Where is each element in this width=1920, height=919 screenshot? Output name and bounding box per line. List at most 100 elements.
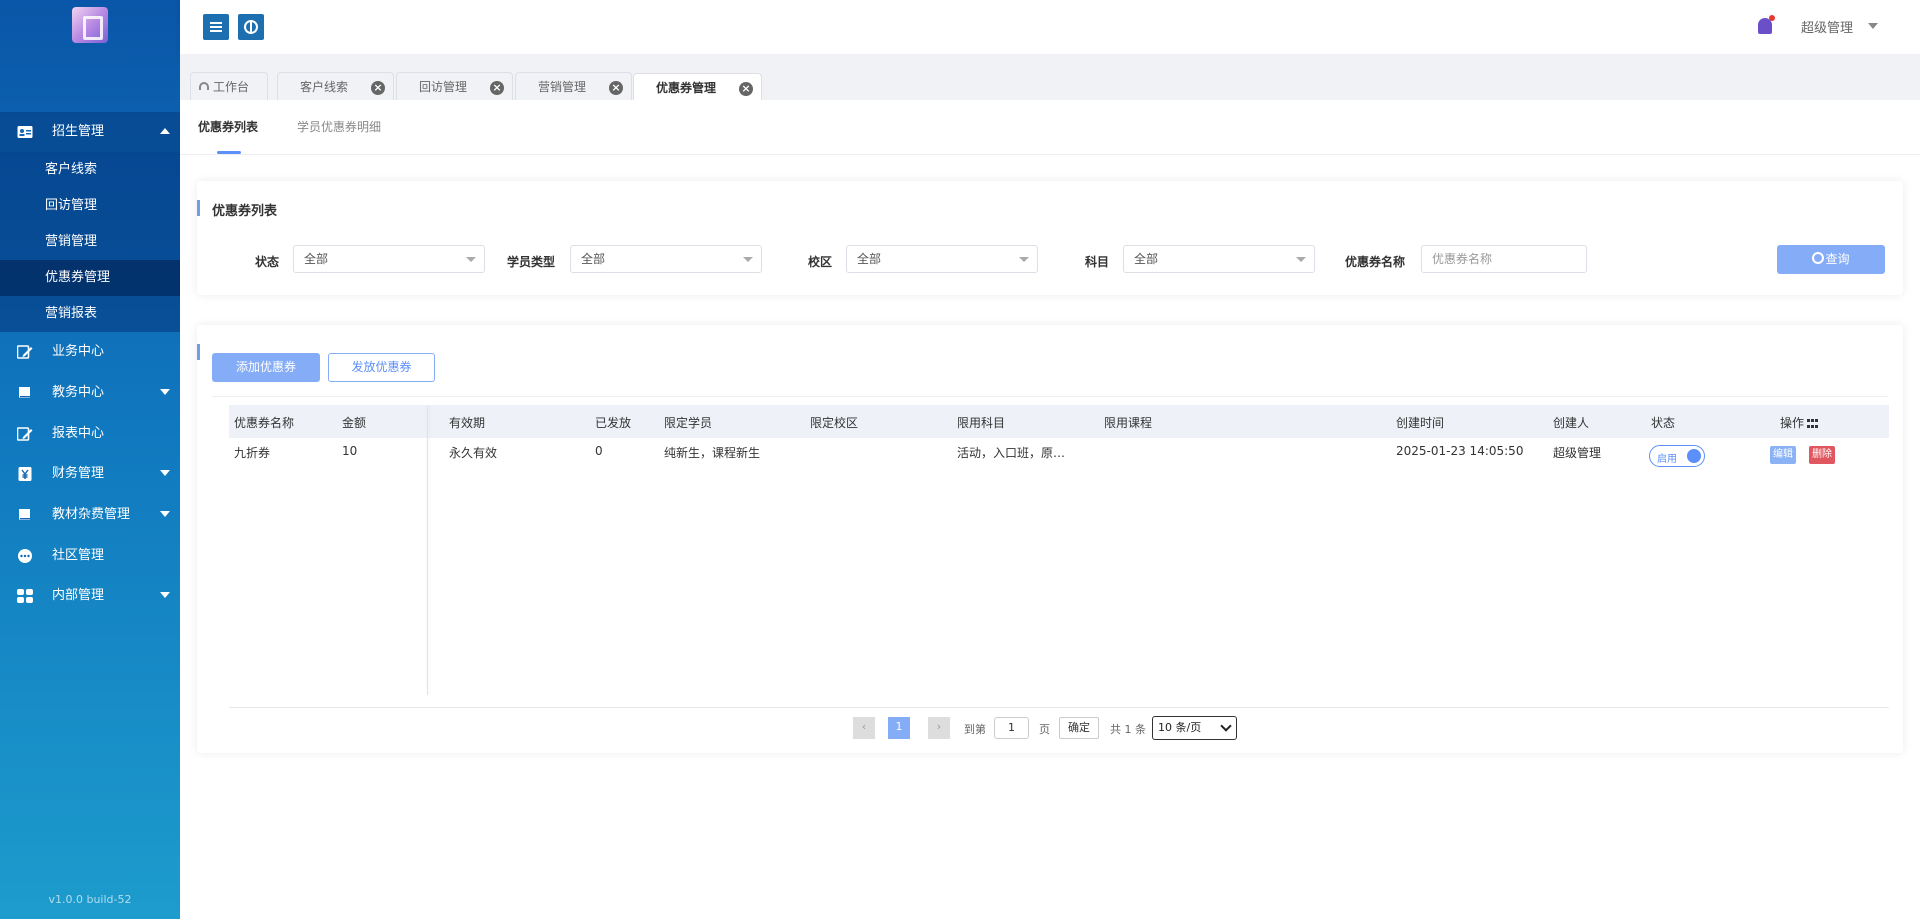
search-button[interactable]: 查询: [1777, 245, 1885, 274]
subject-select[interactable]: 全部: [1123, 245, 1315, 273]
status-toggle[interactable]: 启用: [1649, 445, 1705, 467]
caret-down-icon: [1019, 257, 1029, 262]
page-jump-input[interactable]: 1: [994, 717, 1029, 739]
sidebar-group-label: 招生管理: [52, 124, 105, 139]
student-type-select[interactable]: 全部: [570, 245, 762, 273]
columns-grid-icon[interactable]: [1807, 419, 1820, 428]
prev-page-button[interactable]: ‹: [853, 717, 875, 739]
column-header[interactable]: 有效期: [449, 414, 485, 431]
cell-students: 纯新生，课程新生: [664, 446, 761, 460]
sidebar-group-label: 报表中心: [52, 426, 105, 441]
tab-workbench[interactable]: 工作台: [190, 72, 268, 100]
sidebar-item-marketing-report[interactable]: 营销报表: [0, 296, 180, 332]
column-header[interactable]: 限用课程: [1104, 414, 1152, 431]
sidebar-group-finance[interactable]: 财务管理: [0, 454, 180, 494]
tab-marketing[interactable]: 营销管理 ×: [515, 72, 632, 100]
sidebar-group-reports[interactable]: 报表中心: [0, 414, 180, 454]
tab-followup[interactable]: 回访管理 ×: [396, 72, 513, 100]
active-tab-indicator: [217, 151, 241, 154]
sidebar-item-marketing[interactable]: 营销管理: [0, 224, 180, 260]
sidebar-group-label: 社区管理: [52, 548, 105, 563]
chat-icon: [18, 549, 32, 563]
cell-validity: 永久有效: [449, 446, 498, 460]
column-header[interactable]: 已发放: [595, 414, 631, 431]
column-header[interactable]: 金额: [342, 414, 366, 431]
caret-down-icon: [743, 257, 753, 262]
sidebar-group-head[interactable]: 教务中心: [0, 373, 180, 413]
sidebar-group-head[interactable]: 招生管理: [0, 112, 180, 152]
column-header[interactable]: 限用科目: [957, 414, 1005, 431]
select-value: 10 条/页: [1158, 721, 1202, 734]
sidebar-group-head[interactable]: 报表中心: [0, 414, 180, 454]
select-value: 全部: [304, 252, 329, 266]
add-coupon-button[interactable]: 添加优惠券: [212, 353, 320, 382]
page-number-button[interactable]: 1: [888, 717, 910, 739]
page-jump-confirm-button[interactable]: 确定: [1059, 717, 1099, 739]
divider: [229, 707, 1889, 708]
sidebar-group-head[interactable]: 社区管理: [0, 536, 180, 576]
sidebar-item-coupons[interactable]: 优惠券管理: [0, 260, 180, 296]
report-icon: [17, 427, 33, 441]
status-select[interactable]: 全部: [293, 245, 485, 273]
menu-toggle-button[interactable]: [203, 14, 229, 40]
cell-issued: 0: [595, 444, 603, 458]
sidebar-group-head[interactable]: 财务管理: [0, 454, 180, 494]
column-header[interactable]: 优惠券名称: [234, 414, 294, 431]
dashboard-icon: [199, 82, 209, 90]
sidebar-item-leads[interactable]: 客户线索: [0, 152, 180, 188]
hamburger-icon: [210, 22, 222, 32]
caret-down-icon: [466, 257, 476, 262]
tab-coupon-list[interactable]: 优惠券列表: [198, 118, 258, 135]
book-icon: [18, 387, 30, 398]
tab-student-coupons[interactable]: 学员优惠券明细: [297, 118, 381, 135]
edit-button[interactable]: 编辑: [1770, 446, 1796, 464]
sidebar-group-community[interactable]: 社区管理: [0, 536, 180, 576]
sidebar-group-academic[interactable]: 教务中心: [0, 373, 180, 413]
globe-button[interactable]: [238, 14, 264, 40]
sidebar-item-followup[interactable]: 回访管理: [0, 188, 180, 224]
column-header[interactable]: 限定校区: [810, 414, 858, 431]
next-page-button[interactable]: ›: [928, 717, 950, 739]
campus-select[interactable]: 全部: [846, 245, 1038, 273]
total-count: 共 1 条: [1110, 723, 1146, 736]
grid-icon: [17, 589, 33, 603]
cell-created: 2025-01-23 14:05:50: [1396, 444, 1524, 458]
column-header[interactable]: 限定学员: [664, 414, 712, 431]
sidebar-group-internal[interactable]: 内部管理: [0, 576, 180, 616]
close-icon[interactable]: ×: [739, 82, 753, 96]
column-header[interactable]: 状态: [1651, 414, 1675, 431]
close-icon[interactable]: ×: [490, 81, 504, 95]
sidebar-group-head[interactable]: 教材杂费管理: [0, 495, 180, 535]
coupon-name-input[interactable]: 优惠券名称: [1421, 245, 1587, 273]
cell-subjects: 活动，入口班，原…: [957, 446, 1066, 460]
column-header[interactable]: 操作: [1780, 414, 1820, 431]
sidebar-group-head[interactable]: 内部管理: [0, 576, 180, 616]
page-size-select[interactable]: 10 条/页: [1152, 716, 1237, 740]
delete-button[interactable]: 删除: [1809, 446, 1835, 464]
user-menu[interactable]: 超级管理: [1801, 17, 1853, 36]
tab-coupons[interactable]: 优惠券管理 ×: [633, 73, 762, 100]
sidebar-group-label: 教务中心: [52, 385, 105, 400]
bell-icon[interactable]: [1758, 15, 1775, 34]
page-unit-label: 页: [1039, 723, 1050, 736]
caret-down-icon: [1296, 257, 1306, 262]
tab-leads[interactable]: 客户线索 ×: [277, 72, 394, 100]
chevron-down-icon: [160, 389, 170, 395]
issue-coupon-button[interactable]: 发放优惠券: [328, 353, 435, 382]
close-icon[interactable]: ×: [371, 81, 385, 95]
sidebar-group-head[interactable]: 业务中心: [0, 332, 180, 372]
id-card-icon: [17, 126, 33, 138]
column-header[interactable]: 创建人: [1553, 414, 1589, 431]
select-value: 全部: [1134, 252, 1159, 266]
chevron-down-icon[interactable]: [1868, 23, 1878, 29]
sidebar-group-materials[interactable]: 教材杂费管理: [0, 495, 180, 535]
divider: [212, 396, 1888, 397]
close-icon[interactable]: ×: [609, 81, 623, 95]
topbar: 超级管理: [180, 0, 1920, 54]
sidebar-group-business[interactable]: 业务中心: [0, 332, 180, 372]
column-header[interactable]: 创建时间: [1396, 414, 1444, 431]
coupon-list-card: 添加优惠券 发放优惠券 优惠券名称 金额 有效期 已发放 限定学员 限定校区 限…: [197, 325, 1903, 753]
version-text: v1.0.0 build-52: [48, 893, 132, 906]
select-value: 全部: [581, 252, 606, 266]
sidebar-group-recruit[interactable]: 招生管理: [0, 112, 180, 152]
